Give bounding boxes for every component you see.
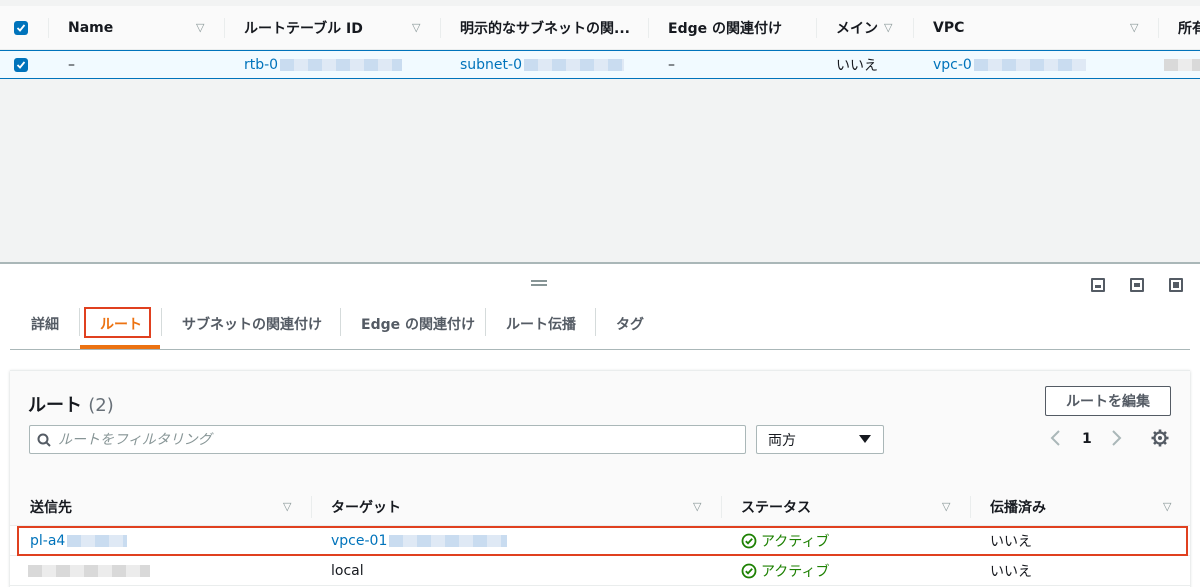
destination-value bbox=[26, 556, 150, 585]
next-page-icon[interactable] bbox=[1109, 429, 1123, 447]
tab-edge-associations[interactable]: Edge の関連付け bbox=[361, 300, 475, 348]
panel-position-bottom-icon[interactable] bbox=[1091, 278, 1105, 292]
sort-icon[interactable]: ▽ bbox=[196, 6, 204, 49]
column-header-name[interactable]: Name bbox=[68, 6, 113, 49]
tab-route-propagation[interactable]: ルート伝播 bbox=[506, 300, 576, 348]
row-name: – bbox=[68, 56, 75, 73]
edit-routes-button[interactable]: ルートを編集 bbox=[1045, 386, 1171, 416]
column-header-route-table-id[interactable]: ルートテーブル ID bbox=[244, 6, 363, 49]
sort-icon[interactable]: ▽ bbox=[884, 6, 892, 49]
select-all-checkbox[interactable] bbox=[14, 6, 28, 49]
column-header-target[interactable]: ターゲット bbox=[331, 488, 401, 525]
column-header-edge[interactable]: Edge の関連付け bbox=[668, 6, 782, 49]
sort-icon[interactable]: ▽ bbox=[412, 6, 420, 49]
column-header-subnet[interactable]: 明示的なサブネットの関... bbox=[460, 6, 630, 49]
routes-table-header: 送信先 ▽ ターゲット ▽ ステータス ▽ 伝播済み ▽ bbox=[10, 488, 1190, 526]
previous-page-icon[interactable] bbox=[1049, 429, 1063, 447]
row-main: いいえ bbox=[836, 57, 878, 74]
row-owner bbox=[1162, 51, 1200, 78]
table-row[interactable]: local アクティブ いいえ bbox=[10, 556, 1190, 586]
sort-icon[interactable]: ▽ bbox=[1163, 488, 1171, 525]
row-checkbox[interactable] bbox=[14, 51, 28, 78]
column-header-owner[interactable]: 所有 bbox=[1178, 6, 1200, 49]
subnet-link[interactable]: subnet-0 bbox=[460, 51, 624, 78]
sort-icon[interactable]: ▽ bbox=[942, 488, 950, 525]
column-header-status[interactable]: ステータス bbox=[741, 488, 811, 525]
check-circle-icon bbox=[741, 563, 757, 578]
column-header-propagated[interactable]: 伝播済み bbox=[990, 488, 1046, 525]
table-header: Name ▽ ルートテーブル ID ▽ 明示的なサブネットの関... Edge … bbox=[0, 6, 1200, 50]
sort-icon[interactable]: ▽ bbox=[693, 488, 701, 525]
table-row[interactable]: – rtb-0 subnet-0 – いいえ vpc-0 bbox=[0, 50, 1200, 79]
search-icon bbox=[30, 433, 58, 447]
column-header-main[interactable]: メイン bbox=[836, 6, 878, 49]
detail-tabs: 詳細 ルート サブネットの関連付け Edge の関連付け ルート伝播 タグ bbox=[10, 300, 1190, 350]
propagated-value: いいえ bbox=[990, 563, 1032, 580]
vpc-link[interactable]: vpc-0 bbox=[933, 51, 1086, 78]
routes-title: ルート (2) bbox=[28, 395, 114, 416]
current-page[interactable]: 1 bbox=[1082, 431, 1092, 447]
row-highlight-box bbox=[17, 526, 1188, 556]
split-panel: 詳細 ルート サブネットの関連付け Edge の関連付け ルート伝播 タグ ルー… bbox=[0, 262, 1200, 587]
route-table-id-link[interactable]: rtb-0 bbox=[244, 51, 403, 78]
route-filter-input[interactable] bbox=[58, 431, 718, 448]
panel-position-side-icon[interactable] bbox=[1130, 278, 1144, 292]
route-type-select-value: 両方 bbox=[768, 432, 796, 449]
routes-container: ルート (2) ルートを編集 両方 1 bbox=[10, 370, 1190, 587]
column-header-vpc[interactable]: VPC bbox=[933, 6, 964, 49]
route-tables-table: Name ▽ ルートテーブル ID ▽ 明示的なサブネットの関... Edge … bbox=[0, 0, 1200, 262]
sort-icon[interactable]: ▽ bbox=[1130, 6, 1138, 49]
routes-count: (2) bbox=[88, 395, 114, 416]
active-tab-indicator bbox=[80, 345, 160, 349]
tab-highlight-box bbox=[84, 307, 151, 338]
row-edge: – bbox=[668, 56, 675, 73]
tab-tags[interactable]: タグ bbox=[616, 300, 644, 348]
routes-header-area: ルート (2) ルートを編集 両方 1 bbox=[10, 371, 1190, 488]
route-type-select[interactable]: 両方 bbox=[756, 425, 884, 454]
status-badge: アクティブ bbox=[741, 556, 829, 585]
gear-icon[interactable] bbox=[1151, 429, 1169, 447]
sort-icon[interactable]: ▽ bbox=[283, 488, 291, 525]
route-filter-field[interactable] bbox=[29, 425, 746, 454]
target-value: local bbox=[331, 562, 364, 579]
caret-down-icon bbox=[859, 435, 871, 443]
panel-maximize-icon[interactable] bbox=[1169, 278, 1183, 292]
tab-subnet-associations[interactable]: サブネットの関連付け bbox=[182, 300, 322, 348]
column-header-destination[interactable]: 送信先 bbox=[30, 488, 72, 525]
resize-handle-icon[interactable] bbox=[531, 280, 547, 286]
tab-details[interactable]: 詳細 bbox=[31, 300, 59, 348]
